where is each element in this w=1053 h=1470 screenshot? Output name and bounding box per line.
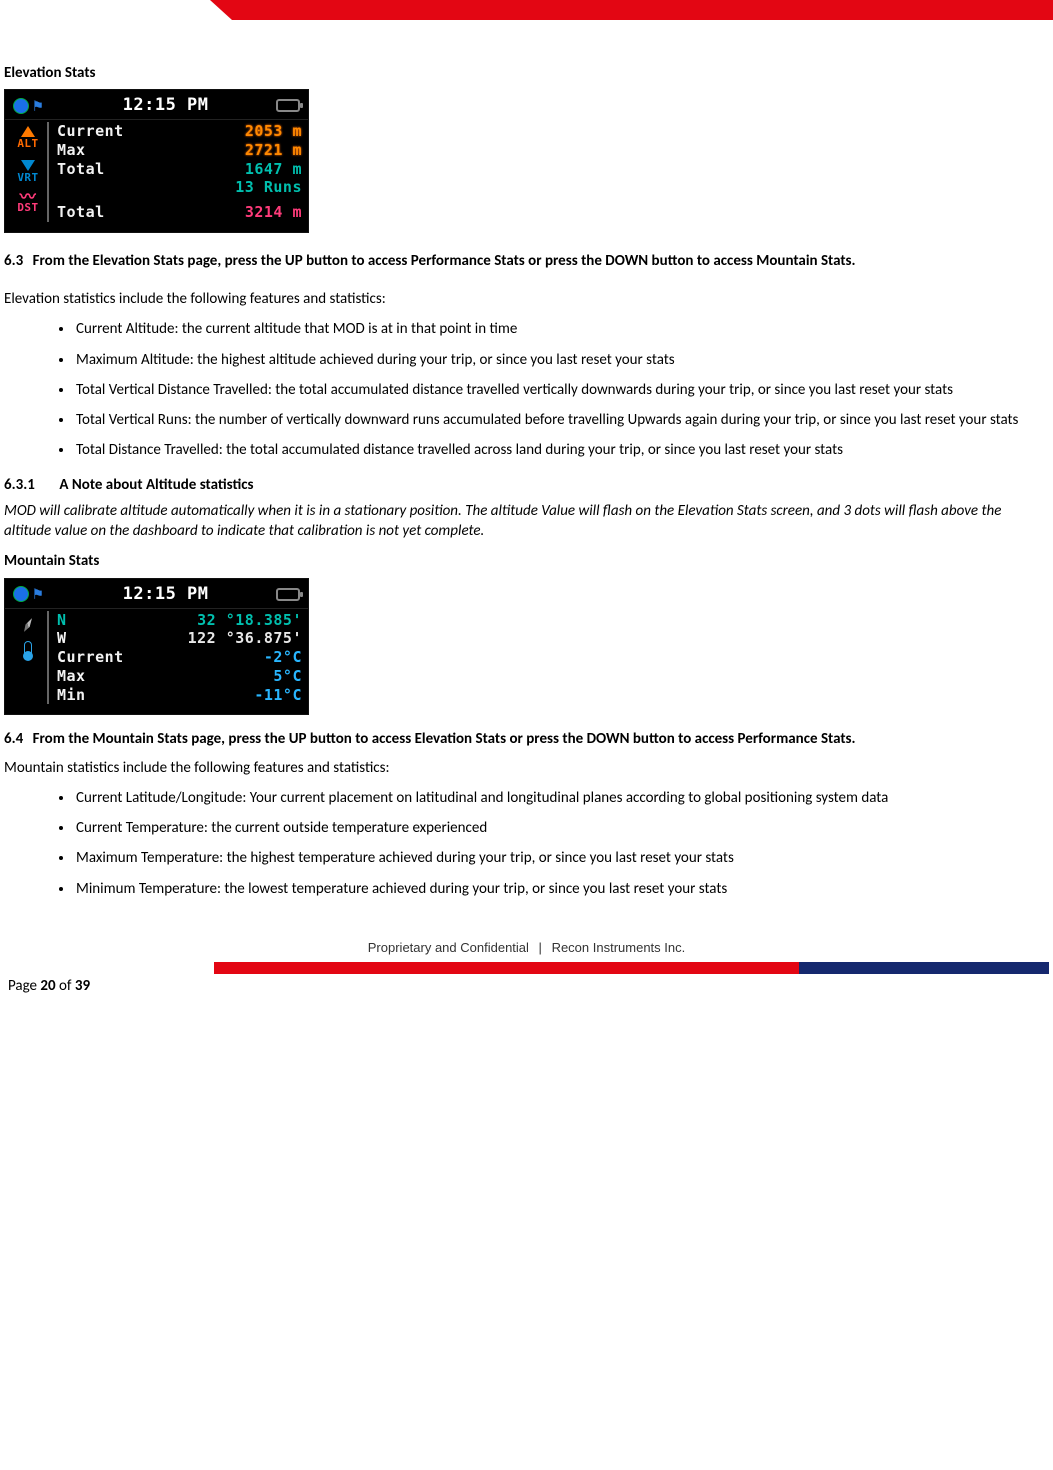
section-6-3-bullets: Current Altitude: the current altitude t… <box>4 319 1049 460</box>
page-cur: 20 <box>40 977 55 995</box>
thermometer-icon <box>24 641 32 659</box>
page-number: Page 20 of 39 <box>4 976 1049 996</box>
page-content: Elevation Stats ⚑ 12:15 PM ALT VRT 〰 DST… <box>0 20 1053 1007</box>
bluetooth-icon: ⚑ <box>33 95 43 117</box>
page-footer: Proprietary and Confidential | Recon Ins… <box>4 939 1049 997</box>
row-min-label: Min <box>57 686 86 705</box>
device-status-bar: ⚑ 12:15 PM <box>5 579 308 609</box>
row-max-label: Max <box>57 141 86 160</box>
alt-up-icon <box>21 126 35 137</box>
row-total-label: Total <box>57 160 105 179</box>
device-rows: Current 2053 m Max 2721 m Total 1647 m 1… <box>47 122 302 222</box>
row-dst-total-label: Total <box>57 203 105 222</box>
header-red-fill <box>232 0 1053 20</box>
row-current-label: Current <box>57 122 124 141</box>
section-6-4-num: 6.4 <box>4 729 23 749</box>
alt-label: ALT <box>17 137 38 152</box>
list-item: Current Latitude/Longitude: Your current… <box>74 788 1049 808</box>
row-n-value: 32 °18.385' <box>197 611 302 630</box>
device-rows: N 32 °18.385' W 122 °36.875' Current -2°… <box>47 611 302 705</box>
list-item: Current Altitude: the current altitude t… <box>74 319 1049 339</box>
heading-elevation-stats: Elevation Stats <box>4 63 1049 83</box>
section-6-3-1-num: 6.3.1 <box>4 475 56 495</box>
row-w-value: 122 °36.875' <box>188 629 302 648</box>
device-body: N 32 °18.385' W 122 °36.875' Current -2°… <box>5 609 308 715</box>
list-item: Current Temperature: the current outside… <box>74 818 1049 838</box>
section-6-4-instruction: 6.4 From the Mountain Stats page, press … <box>4 729 1049 749</box>
compass-icon <box>17 614 39 636</box>
footer-sep: | <box>539 940 542 955</box>
device-sidebar-icons <box>9 611 47 705</box>
globe-icon <box>13 98 29 114</box>
section-6-3-1-title: A Note about Altitude statistics <box>59 476 253 494</box>
section-6-3-text: From the Elevation Stats page, press the… <box>33 252 856 270</box>
header-red-diagonal <box>210 0 232 20</box>
globe-icon <box>13 586 29 602</box>
row-current-value: 2053 m <box>245 122 302 141</box>
footer-proprietary-line: Proprietary and Confidential | Recon Ins… <box>4 939 1049 957</box>
list-item: Total Vertical Runs: the number of verti… <box>74 410 1049 430</box>
vrt-label: VRT <box>17 171 38 186</box>
device-screenshot-mountain: ⚑ 12:15 PM N 32 °18.385' W 122 °36.875' … <box>4 578 309 716</box>
section-6-3-num: 6.3 <box>4 251 23 271</box>
footer-color-bar <box>4 962 1049 974</box>
list-item: Maximum Altitude: the highest altitude a… <box>74 350 1049 370</box>
row-min-value: -11°C <box>254 686 302 705</box>
row-cur-label: Current <box>57 648 124 667</box>
footer-gap <box>4 962 214 974</box>
device-sidebar-icons: ALT VRT 〰 DST <box>9 122 47 222</box>
section-6-3-intro: Elevation statistics include the followi… <box>4 289 1049 309</box>
vrt-down-icon <box>21 160 35 171</box>
device-screenshot-elevation: ⚑ 12:15 PM ALT VRT 〰 DST Current 2053 m … <box>4 89 309 233</box>
page-tot: 39 <box>75 977 90 995</box>
section-6-3-1-heading: 6.3.1 A Note about Altitude statistics <box>4 475 1049 495</box>
page-mid: of <box>56 977 75 995</box>
row-runs-value: 13 Runs <box>235 178 302 197</box>
row-dst-total-value: 3214 m <box>245 203 302 222</box>
section-6-4-bullets: Current Latitude/Longitude: Your current… <box>4 788 1049 899</box>
row-w-label: W <box>57 629 67 648</box>
bluetooth-icon: ⚑ <box>33 583 43 605</box>
list-item: Minimum Temperature: the lowest temperat… <box>74 879 1049 899</box>
row-max-label: Max <box>57 667 86 686</box>
section-6-4-intro: Mountain statistics include the followin… <box>4 758 1049 778</box>
heading-mountain-stats: Mountain Stats <box>4 551 1049 571</box>
header-red-bar <box>0 0 1053 20</box>
footer-proprietary: Proprietary and Confidential <box>368 940 529 955</box>
dst-squiggle-icon: 〰 <box>20 192 37 202</box>
device-time: 12:15 PM <box>55 94 276 117</box>
list-item: Total Vertical Distance Travelled: the t… <box>74 380 1049 400</box>
battery-icon <box>276 588 300 601</box>
dst-label: DST <box>17 201 38 216</box>
device-body: ALT VRT 〰 DST Current 2053 m Max 2721 m … <box>5 120 308 232</box>
battery-icon <box>276 99 300 112</box>
device-time: 12:15 PM <box>55 583 276 606</box>
footer-red-segment <box>214 962 799 974</box>
section-6-3-instruction: 6.3 From the Elevation Stats page, press… <box>4 251 1049 271</box>
page-pre: Page <box>8 977 40 995</box>
footer-company: Recon Instruments Inc. <box>552 940 686 955</box>
row-max-value: 2721 m <box>245 141 302 160</box>
header-gap <box>0 0 210 20</box>
row-total-value: 1647 m <box>245 160 302 179</box>
footer-navy-segment <box>799 962 1049 974</box>
section-6-4-text: From the Mountain Stats page, press the … <box>33 730 856 748</box>
device-status-bar: ⚑ 12:15 PM <box>5 90 308 120</box>
row-n-label: N <box>57 611 67 630</box>
list-item: Total Distance Travelled: the total accu… <box>74 440 1049 460</box>
list-item: Maximum Temperature: the highest tempera… <box>74 848 1049 868</box>
row-max-value: 5°C <box>273 667 302 686</box>
section-6-3-1-body: MOD will calibrate altitude automaticall… <box>4 501 1049 542</box>
row-cur-value: -2°C <box>264 648 302 667</box>
